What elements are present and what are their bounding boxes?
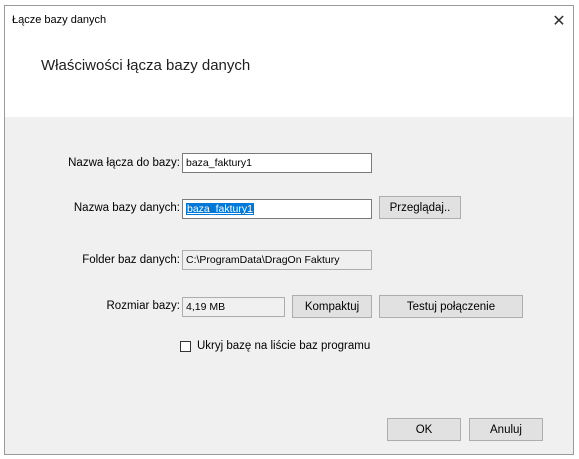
dialog-heading: Właściwości łącza bazy danych (41, 57, 251, 74)
close-icon[interactable]: ✕ (547, 6, 571, 35)
cancel-button[interactable]: Anuluj (469, 418, 543, 441)
compact-button[interactable]: Kompaktuj (292, 295, 372, 318)
form-area: Nazwa łącza do bazy: baza_faktury1 Nazwa… (5, 117, 573, 404)
window-title: Łącze bazy danych (12, 14, 107, 26)
db-folder-field[interactable]: C:\ProgramData\DragOn Faktury (182, 250, 372, 270)
dialog-header: Właściwości łącza bazy danych (5, 35, 573, 117)
link-name-input[interactable]: baza_faktury1 (182, 153, 372, 173)
ok-button[interactable]: OK (387, 418, 461, 441)
db-name-input[interactable]: baza_faktury1 (182, 199, 372, 219)
browse-button[interactable]: Przeglądaj.. (379, 196, 461, 219)
db-name-label: Nazwa bazy danych: (73, 202, 180, 214)
dialog-footer: OK Anuluj (5, 404, 573, 454)
dialog-window: Łącze bazy danych ✕ Właściwości łącza ba… (4, 5, 574, 455)
checkbox-box[interactable] (180, 340, 191, 352)
test-connection-button[interactable]: Testuj połączenie (379, 295, 523, 318)
hide-db-checkbox[interactable]: Ukryj bazę na liście baz programu (180, 340, 370, 352)
db-size-label: Rozmiar bazy: (106, 300, 181, 312)
link-name-label: Nazwa łącza do bazy: (68, 157, 180, 169)
db-size-field[interactable]: 4,19 MB (182, 297, 285, 317)
hide-db-checkbox-label: Ukryj bazę na liście baz programu (197, 340, 371, 352)
title-bar: Łącze bazy danych ✕ (5, 6, 573, 35)
db-folder-label: Folder baz danych: (82, 254, 180, 266)
db-name-selected-text: baza_faktury1 (186, 203, 254, 215)
